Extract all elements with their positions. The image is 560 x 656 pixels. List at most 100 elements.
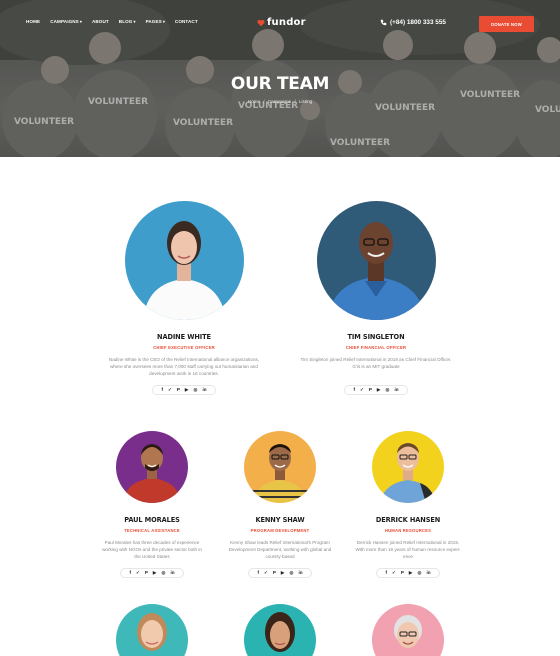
avatar <box>124 201 244 320</box>
donate-button[interactable]: DONATE NOW <box>479 16 534 32</box>
member-name: TIM SINGLETON <box>347 333 405 341</box>
instagram-icon[interactable]: ◎ <box>289 570 293 576</box>
brand-name: fundor <box>267 17 306 28</box>
nav-item-home[interactable]: HOME <box>26 19 40 24</box>
pinterest-icon[interactable]: P <box>401 570 404 576</box>
facebook-icon[interactable]: f <box>161 387 163 393</box>
hero-banner: VOLUNTEER VOLUNTEER VOLUNTEER VOLUNTEER … <box>0 0 560 157</box>
member-role: CHIEF EXECUTIVE OFFICER <box>153 345 215 350</box>
youtube-icon[interactable]: ▶ <box>377 387 381 393</box>
social-links: f ✓ P ▶ ◎ in <box>376 568 440 579</box>
social-links: f ✓ P ▶ ◎ in <box>344 385 408 396</box>
pinterest-icon[interactable]: P <box>273 570 276 576</box>
facebook-icon[interactable]: f <box>353 387 355 393</box>
social-links: f ✓ P ▶ ◎ in <box>152 385 216 396</box>
facebook-icon[interactable]: f <box>385 570 387 576</box>
nav-item-pages[interactable]: PAGES ▾ <box>146 19 165 24</box>
bio-line: development work in 16 countries. <box>149 370 219 376</box>
nav-item-contact[interactable]: CONTACT <box>175 19 198 24</box>
member-name: KENNY SHAW <box>255 516 305 524</box>
youtube-icon[interactable]: ▶ <box>281 570 285 576</box>
twitter-icon[interactable]: ✓ <box>264 570 268 576</box>
instagram-icon[interactable]: ◎ <box>193 387 197 393</box>
chevron-down-icon: ▾ <box>79 19 82 24</box>
pinterest-icon[interactable]: P <box>145 570 148 576</box>
member-bio: Paul Morales has three decades of experi… <box>87 540 217 560</box>
avatar <box>372 431 444 503</box>
team-member-card <box>244 604 316 656</box>
team-member-card <box>372 604 444 656</box>
team-member-card: TIM SINGLETON CHIEF FINANCIAL OFFICER Ti… <box>284 201 468 396</box>
avatar <box>244 604 316 656</box>
avatar <box>372 604 444 656</box>
instagram-icon[interactable]: ◎ <box>385 387 389 393</box>
phone-contact[interactable]: (+84) 1800 333 555 <box>380 19 446 26</box>
avatar <box>316 201 436 320</box>
bio-line: working with NGOs and the private sector… <box>102 546 202 552</box>
nav-label: PAGES <box>145 19 162 24</box>
member-role: PROGRAM DEVELOPMENT <box>250 528 310 533</box>
team-member-card <box>116 604 188 656</box>
nav-item-blog[interactable]: BLOG ▾ <box>119 19 136 24</box>
nav-label: CONTACT <box>174 19 198 24</box>
team-member-card: PAUL MORALES TECHNICAL ASSISTANCE Paul M… <box>87 431 217 579</box>
member-role: HUMAN RESOURCES <box>384 528 432 533</box>
breadcrumb-home[interactable]: Home <box>248 99 260 104</box>
nav-item-about[interactable]: ABOUT <box>92 19 109 24</box>
member-bio: Tim Singleton joined Relief Internationa… <box>284 357 468 371</box>
youtube-icon[interactable]: ▶ <box>185 387 189 393</box>
member-role: CHIEF FINANCIAL OFFICER <box>345 345 407 350</box>
twitter-icon[interactable]: ✓ <box>392 570 396 576</box>
avatar <box>244 431 316 503</box>
member-bio: Nadine White is the CEO of the Relief In… <box>92 357 276 377</box>
team-member-card: KENNY SHAW PROGRAM DEVELOPMENT Kenny Sha… <box>215 431 345 579</box>
twitter-icon[interactable]: ✓ <box>360 387 364 393</box>
linkedin-icon[interactable]: in <box>298 570 302 576</box>
avatar <box>116 431 188 503</box>
nav-label: ABOUT <box>91 19 109 24</box>
breadcrumb-campaigns[interactable]: Campaigns <box>268 99 291 104</box>
brand-logo[interactable]: fundor <box>257 17 306 28</box>
facebook-icon[interactable]: f <box>129 570 131 576</box>
youtube-icon[interactable]: ▶ <box>409 570 413 576</box>
chevron-down-icon: ▾ <box>162 19 165 24</box>
bio-line: G'is is an MIT graduate <box>352 363 400 369</box>
heart-icon <box>257 19 265 26</box>
youtube-icon[interactable]: ▶ <box>153 570 157 576</box>
breadcrumb: Home / Campaigns / Listing <box>0 99 560 104</box>
social-links: f ✓ P ▶ ◎ in <box>248 568 312 579</box>
bio-line: Development Department, working with glo… <box>228 546 332 552</box>
nav-label: BLOG <box>118 19 133 24</box>
bio-line: where she oversees more than 7,000 staff… <box>110 363 258 369</box>
instagram-icon[interactable]: ◎ <box>417 570 421 576</box>
instagram-icon[interactable]: ◎ <box>161 570 165 576</box>
team-member-card: NADINE WHITE CHIEF EXECUTIVE OFFICER Nad… <box>92 201 276 396</box>
member-name: NADINE WHITE <box>157 333 211 341</box>
bio-line: ence <box>403 553 413 559</box>
linkedin-icon[interactable]: in <box>202 387 206 393</box>
main-nav: HOME CAMPAIGNS ▾ ABOUT BLOG ▾ PAGES ▾ CONTA… <box>26 19 208 24</box>
bio-line: Kenny Shaw leads Relief International's … <box>230 540 330 545</box>
pinterest-icon[interactable]: P <box>369 387 372 393</box>
phone-number: (+84) 1800 333 555 <box>390 19 446 26</box>
member-name: DERRICK HANSEN <box>375 516 441 524</box>
breadcrumb-current: Listing <box>298 99 313 104</box>
bio-line: With more than 18 years of human resourc… <box>355 546 461 552</box>
bio-line: Tim Singleton joined Relief Internationa… <box>300 357 452 362</box>
bio-line: Paul Morales has three decades of experi… <box>104 540 200 545</box>
member-role: TECHNICAL ASSISTANCE <box>124 528 180 533</box>
facebook-icon[interactable]: f <box>257 570 259 576</box>
nav-label: CAMPAIGNS <box>50 19 79 24</box>
twitter-icon[interactable]: ✓ <box>136 570 140 576</box>
twitter-icon[interactable]: ✓ <box>168 387 172 393</box>
breadcrumb-separator: / <box>263 99 265 104</box>
nav-item-campaigns[interactable]: CAMPAIGNS ▾ <box>50 19 82 24</box>
page-title: OUR TEAM <box>230 74 330 94</box>
bio-line: country-based <box>265 553 295 559</box>
linkedin-icon[interactable]: in <box>170 570 174 576</box>
pinterest-icon[interactable]: P <box>177 387 180 393</box>
linkedin-icon[interactable]: in <box>426 570 430 576</box>
linkedin-icon[interactable]: in <box>394 387 398 393</box>
team-member-card: DERRICK HANSEN HUMAN RESOURCES Derrick H… <box>343 431 473 579</box>
member-name: PAUL MORALES <box>124 516 180 524</box>
